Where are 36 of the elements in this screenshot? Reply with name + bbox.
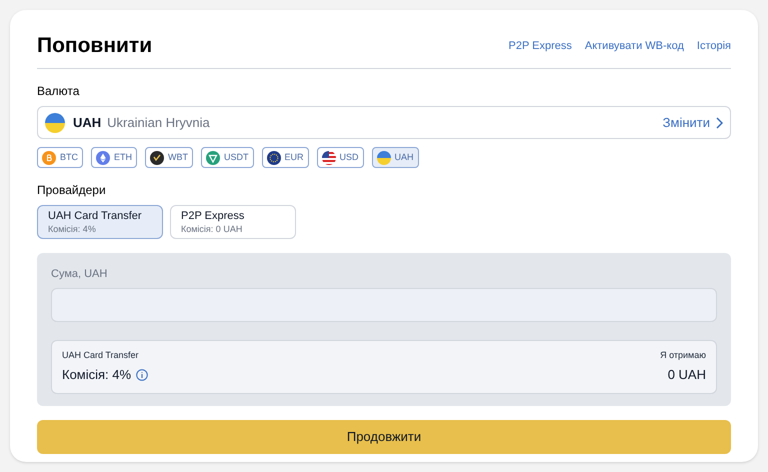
flag-icon xyxy=(45,112,65,132)
section-label: Валюта xyxy=(37,83,80,100)
info-icon[interactable] xyxy=(136,368,148,381)
continue-button[interactable]: Продовжити xyxy=(37,420,731,454)
eu-flag-icon xyxy=(266,150,280,164)
chevron-icon xyxy=(716,116,723,128)
provider-option[interactable]: UAH Card Transfer Комісія: 4% xyxy=(37,205,163,239)
receive-label: Я отримаю xyxy=(660,348,706,362)
ethereum-icon xyxy=(96,150,110,164)
provider-option[interactable]: P2P Express Комісія: 0 UAH xyxy=(170,205,296,239)
currency-code: UAH xyxy=(73,114,102,132)
currency-name: Ukrainian Hryvnia xyxy=(107,114,210,132)
provider-name: UAH Card Transfer xyxy=(62,348,140,362)
coin-icon xyxy=(150,150,164,164)
bitcoin-icon xyxy=(42,150,56,164)
page-title: Поповнити xyxy=(37,33,152,59)
change-link[interactable]: Змінити xyxy=(662,112,710,132)
field-label: Сума, UAH xyxy=(51,267,108,282)
amount-field[interactable] xyxy=(51,288,717,322)
currency-chip[interactable]: USDT xyxy=(201,147,254,168)
currency-chip[interactable]: ETH xyxy=(91,147,137,168)
currency-chip[interactable]: WBT xyxy=(145,147,193,168)
currency-chip[interactable]: EUR xyxy=(262,147,309,168)
currency-chip[interactable]: UAH xyxy=(372,147,419,168)
currency-chip[interactable]: USD xyxy=(316,147,364,168)
us-flag-icon xyxy=(322,150,336,164)
header-link[interactable]: Активувати WB-код xyxy=(584,38,684,54)
header-link[interactable]: P2P Express xyxy=(508,38,572,54)
section-label: Провайдери xyxy=(37,182,107,199)
fee-text: Комісія: 4% xyxy=(62,366,132,384)
tether-icon xyxy=(206,150,220,164)
header-link[interactable]: Історія xyxy=(696,38,731,54)
flag-icon xyxy=(376,150,391,164)
currency-chip[interactable]: BTC xyxy=(37,147,83,168)
currency-selector[interactable]: UAH Ukrainian Hryvnia Змінити xyxy=(37,106,731,139)
receive-amount: 0 UAH xyxy=(666,366,706,384)
